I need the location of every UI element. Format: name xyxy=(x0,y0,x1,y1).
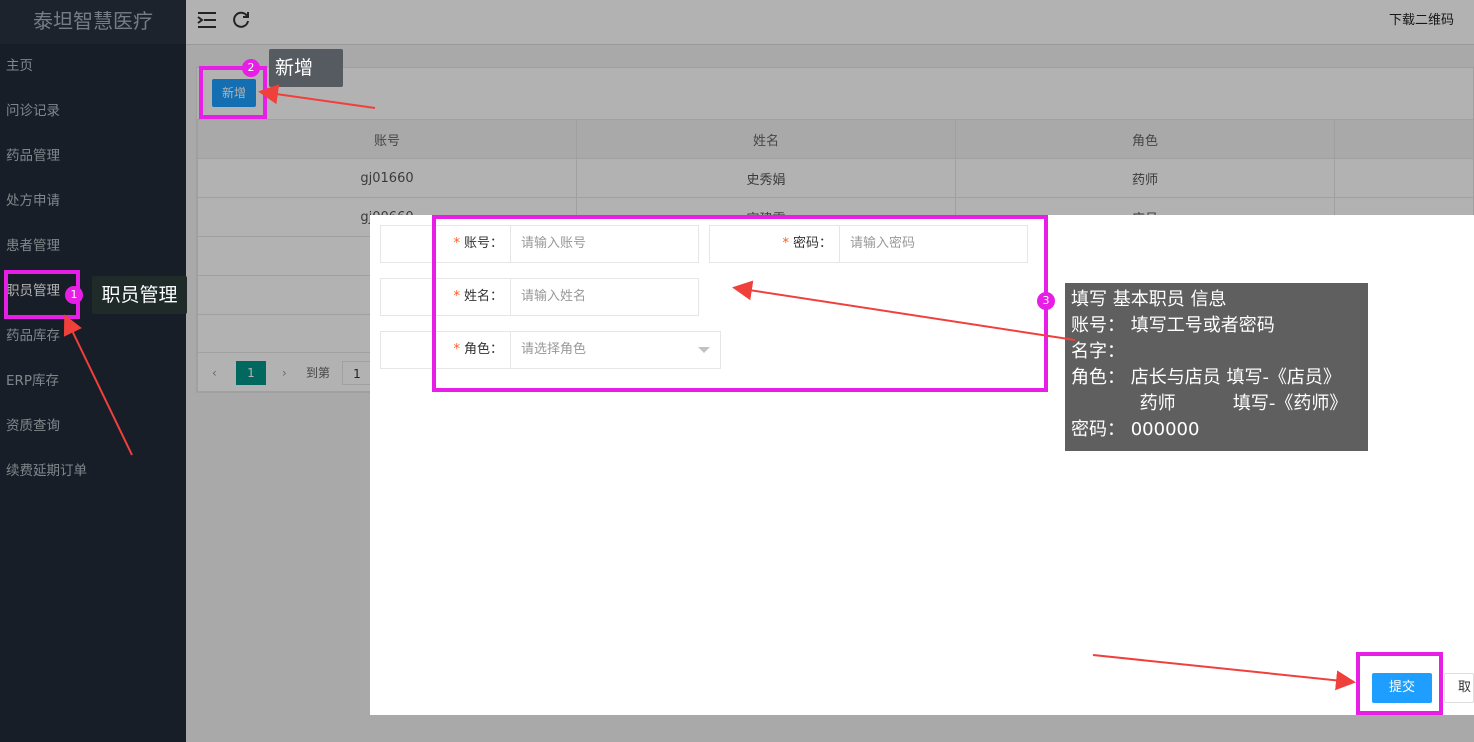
annotation-arrows xyxy=(63,84,1356,691)
arrow-to-add-button xyxy=(258,84,376,109)
arrow-to-form xyxy=(732,280,1076,341)
arrow-to-staff-menu xyxy=(63,314,133,456)
arrow-to-submit xyxy=(1092,654,1356,691)
